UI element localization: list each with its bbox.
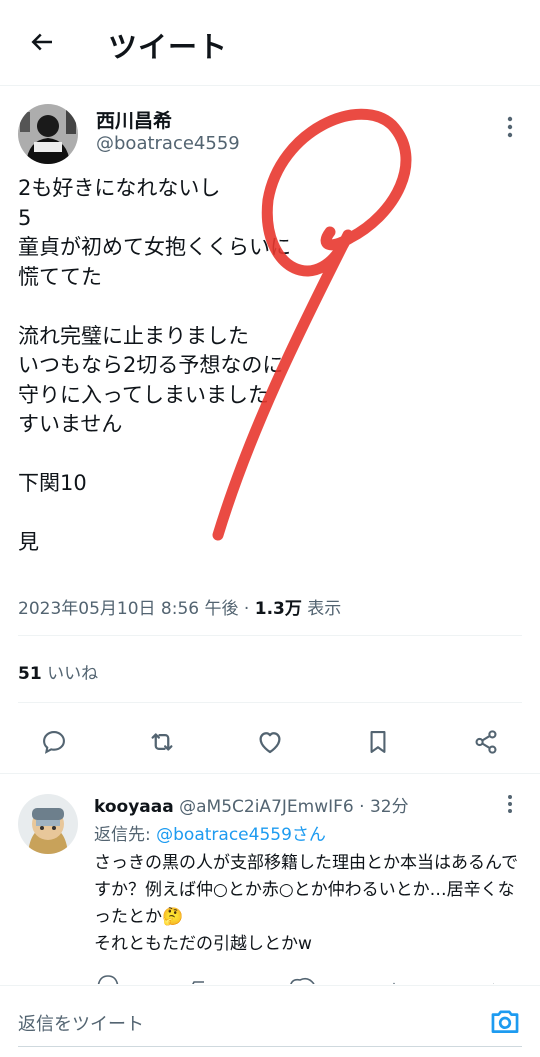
views-count: 1.3万 xyxy=(254,599,302,619)
reply-header: kooyaaa @aM5C2iA7JEmwIF6 · 32分 xyxy=(94,792,409,817)
bookmark-button[interactable] xyxy=(358,722,398,762)
avatar-image xyxy=(18,104,78,164)
replying-to: 返信先: @boatrace4559さん xyxy=(94,820,326,845)
likes-count: 51 xyxy=(18,664,42,684)
back-button[interactable] xyxy=(22,22,62,62)
reply-author-handle[interactable]: @aM5C2iA7JEmwIF6 xyxy=(179,797,354,817)
author-avatar[interactable] xyxy=(18,104,78,164)
divider xyxy=(18,702,522,703)
reply-text: さっきの黒の人が支部移籍した理由とか本当はあるんですか？例えば仲○とか赤○とか仲… xyxy=(94,853,519,954)
replying-to-label: 返信先: xyxy=(94,825,157,845)
likes-row[interactable]: 51 いいね xyxy=(18,659,98,684)
likes-label: いいね xyxy=(47,664,99,684)
share-icon xyxy=(475,730,497,754)
arrow-left-icon xyxy=(31,33,52,51)
replying-to-handle[interactable]: @boatrace4559さん xyxy=(156,825,326,845)
tweet-meta: 2023年05月10日 8:56 午後 · 1.3万 表示 xyxy=(18,594,341,619)
bookmark-icon xyxy=(370,731,386,753)
heart-icon xyxy=(259,732,281,754)
top-bar: ツイート xyxy=(0,0,540,86)
retweet-button[interactable] xyxy=(142,722,182,762)
compose-underline xyxy=(18,1046,522,1047)
more-options-button[interactable] xyxy=(500,114,520,140)
reply-actions-cut-off xyxy=(94,970,514,984)
page-title: ツイート xyxy=(108,30,229,64)
tweet-actions xyxy=(0,722,540,774)
reply-button[interactable] xyxy=(34,722,74,762)
author-handle[interactable]: @boatrace4559 xyxy=(96,133,240,154)
divider xyxy=(18,635,522,636)
partial-action-icons xyxy=(97,975,494,984)
more-vertical-icon xyxy=(507,116,513,138)
meta-separator: · xyxy=(243,599,255,619)
reply-time[interactable]: 32分 xyxy=(370,797,409,817)
views-label: 表示 xyxy=(307,599,342,619)
camera-icon xyxy=(491,1010,519,1033)
author-name[interactable]: 西川昌希 xyxy=(96,106,172,133)
reply-more-options-button[interactable] xyxy=(499,790,521,818)
share-button[interactable] xyxy=(466,722,506,762)
tweet-datetime[interactable]: 2023年05月10日 8:56 午後 xyxy=(18,599,239,619)
camera-button[interactable] xyxy=(488,1004,522,1038)
reply-icon xyxy=(43,731,65,754)
compose-bar: 返信をツイート xyxy=(0,985,540,1057)
like-button[interactable] xyxy=(250,722,290,762)
time-separator: · xyxy=(359,797,370,817)
reply-author-name[interactable]: kooyaaa xyxy=(94,797,174,817)
reply-compose-input[interactable]: 返信をツイート xyxy=(18,1010,144,1036)
avatar-image xyxy=(18,794,78,854)
more-vertical-icon xyxy=(508,795,512,813)
reply-avatar[interactable] xyxy=(18,794,78,854)
tweet-text: 2も好きになれないし 5 童貞が初めて女抱くくらいに 慌ててた 流れ完璧に止まり… xyxy=(18,176,291,554)
reply-tweet[interactable]: kooyaaa @aM5C2iA7JEmwIF6 · 32分 返信先: @boa… xyxy=(0,774,540,984)
retweet-icon xyxy=(151,733,173,751)
